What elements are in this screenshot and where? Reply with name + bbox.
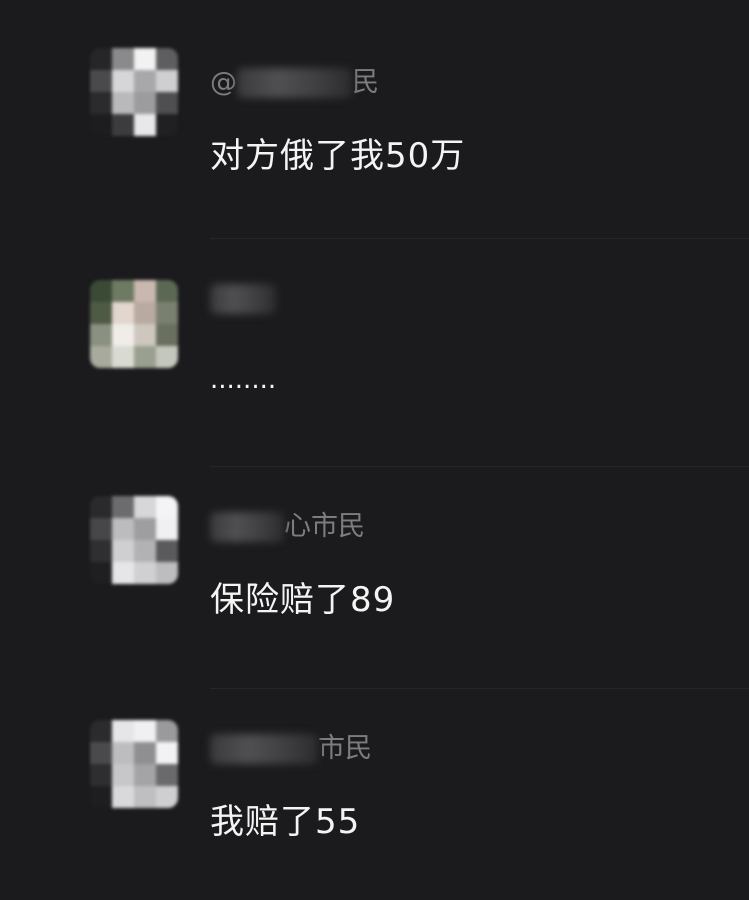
comment-text: ........ (210, 365, 277, 395)
divider (210, 466, 749, 467)
username-redaction (210, 734, 318, 764)
username-suffix: 民 (352, 67, 379, 98)
divider (210, 238, 749, 239)
username-suffix: 心市民 (284, 511, 365, 542)
comment-text: 对方俄了我50万 (210, 136, 466, 176)
comment-text: 保险赔了89 (210, 580, 396, 620)
comment-list: @ 民 对方俄了我50万 ........ 心市民 保险赔了89 市民 我赔了5… (0, 0, 749, 900)
username-suffix: 市民 (318, 733, 372, 764)
avatar[interactable] (90, 496, 178, 584)
avatar[interactable] (90, 48, 178, 136)
username-redaction (210, 284, 276, 314)
divider (210, 688, 749, 689)
username[interactable] (210, 284, 276, 314)
comment-text: 我赔了55 (210, 802, 361, 842)
username[interactable]: @ 民 (210, 68, 379, 98)
username-redaction (210, 512, 284, 542)
username-redaction (237, 68, 352, 98)
avatar[interactable] (90, 720, 178, 808)
username[interactable]: 市民 (210, 734, 372, 764)
avatar[interactable] (90, 280, 178, 368)
username[interactable]: 心市民 (210, 512, 365, 542)
username-prefix: @ (210, 67, 237, 98)
